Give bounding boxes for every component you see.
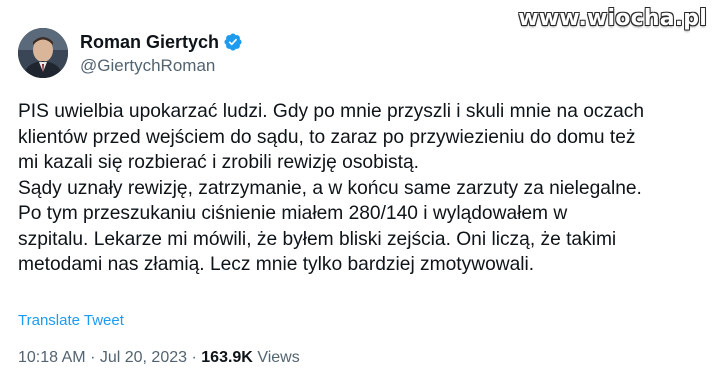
avatar-image bbox=[18, 28, 68, 78]
tweet-time[interactable]: 10:18 AM bbox=[18, 349, 86, 366]
tweet-date[interactable]: Jul 20, 2023 bbox=[100, 349, 187, 366]
tweet-line: mi kazali się rozbierać i zrobili rewizj… bbox=[18, 152, 419, 173]
meta-separator: · bbox=[191, 349, 197, 366]
author-handle[interactable]: @GiertychRoman bbox=[80, 56, 243, 76]
tweet-line: metodami nas złamią. Lecz mnie tylko bar… bbox=[18, 254, 535, 275]
display-name-row: Roman Giertych bbox=[80, 30, 243, 54]
views-count: 163.9K bbox=[201, 349, 253, 366]
avatar[interactable] bbox=[18, 28, 68, 78]
tweet-meta: 10:18 AM · Jul 20, 2023 · 163.9K Views bbox=[18, 349, 300, 367]
tweet-line: klientów przed wejściem do sądu, to zara… bbox=[18, 126, 636, 148]
verified-badge-icon bbox=[223, 32, 243, 52]
tweet-body: PIS uwielbia upokarzać ludzi. Gdy po mni… bbox=[18, 99, 708, 278]
tweet-line: Sądy uznały rewizję, zatrzymanie, a w ko… bbox=[18, 177, 642, 199]
author-display-name[interactable]: Roman Giertych bbox=[80, 32, 219, 53]
meta-separator: · bbox=[90, 349, 96, 366]
views-label: Views bbox=[257, 349, 300, 366]
author-info: Roman Giertych @GiertychRoman bbox=[80, 30, 243, 76]
tweet-line: szpitalu. Lekarze mi mówili, że byłem bl… bbox=[18, 228, 617, 250]
tweet-line: Po tym przeszukaniu ciśnienie miałem 280… bbox=[18, 203, 568, 224]
translate-tweet-link[interactable]: Translate Tweet bbox=[18, 312, 124, 329]
tweet-line: PIS uwielbia upokarzać ludzi. Gdy po mni… bbox=[18, 101, 645, 122]
watermark: www.wiocha.pl bbox=[518, 6, 707, 31]
tweet-header: Roman Giertych @GiertychRoman bbox=[18, 28, 243, 78]
tweet-card: www.wiocha.pl Roman Giertych @GiertychRo… bbox=[0, 0, 721, 378]
